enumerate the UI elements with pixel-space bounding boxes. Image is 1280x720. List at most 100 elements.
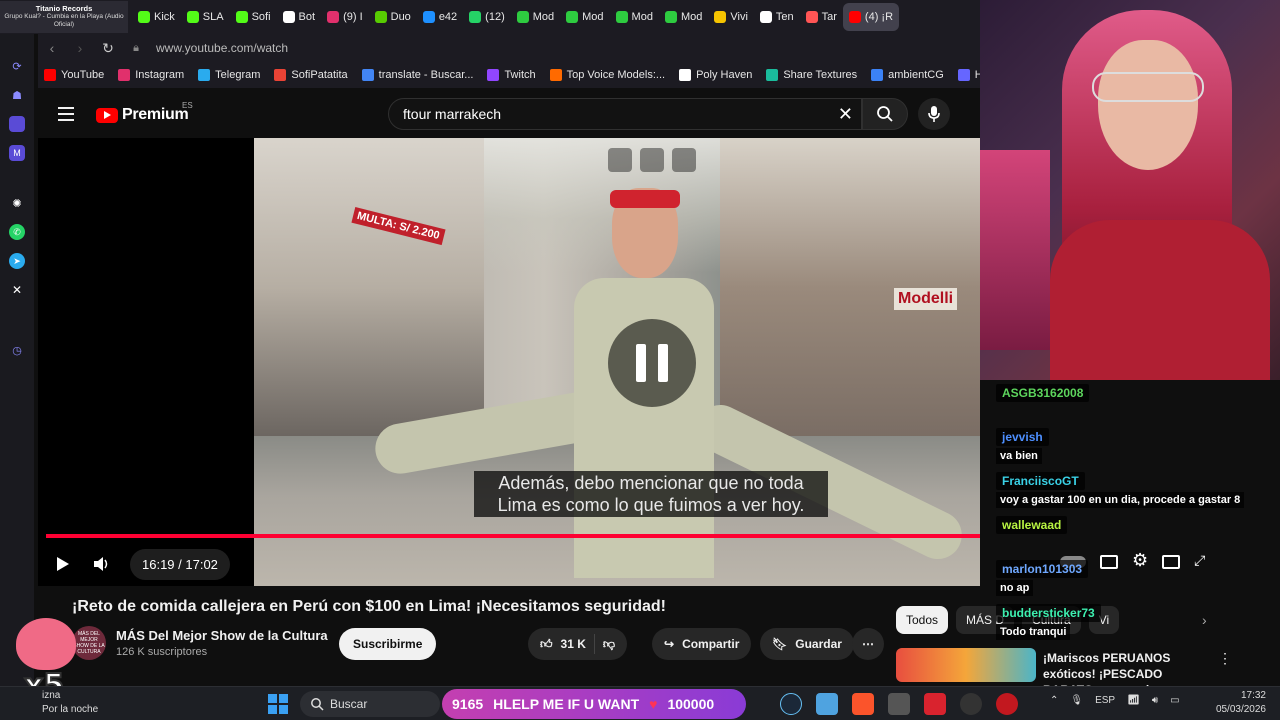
bookmark-item[interactable]: Top Voice Models:... <box>549 69 665 81</box>
calculator-icon[interactable] <box>888 693 910 715</box>
bookmark-item[interactable]: Poly Haven <box>679 69 752 81</box>
bookmark-favicon-icon <box>44 69 56 81</box>
back-icon[interactable]: ‹ <box>38 40 66 56</box>
browser-tab[interactable]: Mod <box>511 3 560 31</box>
subscribe-button[interactable]: Suscribirme <box>339 628 437 660</box>
telegram-icon[interactable]: ➤ <box>9 253 25 269</box>
browser-tab[interactable]: Tar <box>800 3 843 31</box>
youtube-logo[interactable]: Premium <box>96 106 189 124</box>
mic-tray-icon[interactable]: 🎙︎ <box>1070 695 1083 706</box>
speaker-icon[interactable]: 🔊︎ <box>1152 695 1158 706</box>
chat-username[interactable]: jevvish <box>996 428 1049 446</box>
browser-tab[interactable]: SLA <box>181 3 230 31</box>
browser-tab[interactable]: (4) ¡R <box>842 3 900 31</box>
browser-tab[interactable]: (9) I <box>321 3 369 31</box>
bookmark-item[interactable]: Ha <box>957 69 980 81</box>
chat-username[interactable]: buddersticker73 <box>996 604 1101 622</box>
bookmark-item[interactable]: Instagram <box>118 69 184 81</box>
miniplayer-icon[interactable] <box>608 148 632 172</box>
bookmark-item[interactable]: translate - Buscar... <box>361 69 473 81</box>
app-record-icon[interactable] <box>996 693 1018 715</box>
browser-tab[interactable]: e42 <box>417 3 463 31</box>
voice-search-button[interactable] <box>918 98 950 130</box>
url-field[interactable]: www.youtube.com/watch <box>156 41 288 55</box>
volume-button[interactable] <box>82 544 122 584</box>
bookmark-favicon-icon <box>549 69 562 81</box>
subscriber-count: 126 K suscriptores <box>116 646 208 658</box>
robot-icon[interactable]: ☗ <box>9 87 25 103</box>
filter-chip[interactable]: Todos <box>896 606 949 634</box>
browser-tab[interactable]: Duo <box>369 3 417 31</box>
whatsapp-icon[interactable]: ✆ <box>9 224 25 240</box>
chat-username[interactable]: wallewaad <box>996 516 1068 534</box>
notepad-icon[interactable] <box>816 693 838 715</box>
windows-start-icon[interactable] <box>268 694 288 714</box>
browser-tab[interactable]: Mod <box>610 3 659 31</box>
next-video-icon[interactable] <box>672 148 696 172</box>
search-button[interactable] <box>862 98 908 130</box>
menu-icon[interactable] <box>58 107 74 121</box>
cast-icon[interactable] <box>640 148 664 172</box>
chat-username[interactable]: ASGB3162008 <box>996 384 1090 402</box>
thumbs-down-icon[interactable]: 👎︎ <box>603 637 615 652</box>
search-input[interactable]: ftour marrakech ✕ <box>388 98 862 130</box>
share-button[interactable]: ↪ Compartir <box>652 628 752 660</box>
recommendation-menu-icon[interactable]: ⋮ <box>1218 650 1232 667</box>
tab-favicon-icon <box>138 11 150 23</box>
channel-name[interactable]: MÁS Del Mejor Show de la Cultura <box>116 628 328 643</box>
play-button[interactable] <box>42 544 82 584</box>
bookmark-item[interactable]: Twitch <box>487 69 536 81</box>
wifi-icon[interactable]: 📶︎ <box>1127 695 1140 706</box>
browser-tab[interactable]: Bot <box>277 3 322 31</box>
pause-overlay-button[interactable] <box>608 319 696 407</box>
refresh-circle-icon[interactable]: ⟳ <box>9 58 25 74</box>
video-player[interactable]: MULTA: S/ 2.200 Modelli Además, debo men… <box>38 138 980 586</box>
more-actions-button[interactable]: ⋯ <box>852 628 884 660</box>
bookmark-favicon-icon <box>957 69 970 81</box>
chatgpt-icon[interactable]: ✺ <box>9 195 25 211</box>
tab-favicon-icon <box>516 11 529 23</box>
chat-username[interactable]: marlon101303 <box>996 560 1089 578</box>
m-icon[interactable]: M <box>9 145 25 161</box>
lock-icon[interactable]: 🔒︎ <box>122 42 150 55</box>
bookmark-item[interactable]: ambientCG <box>871 69 944 81</box>
steam-icon[interactable] <box>780 693 802 715</box>
battery-icon[interactable]: ▭ <box>1170 695 1179 706</box>
recommendation-thumbnail[interactable] <box>896 648 1036 682</box>
taskbar-search[interactable]: Buscar <box>300 691 440 717</box>
browser-tab[interactable]: Ten <box>754 3 800 31</box>
tray-overflow-icon[interactable]: ⌃ <box>1050 695 1058 706</box>
bookmark-item[interactable]: Telegram <box>198 69 260 81</box>
clock[interactable]: 17:32 05/03/2026 <box>1210 689 1266 717</box>
app-obs-icon[interactable] <box>960 693 982 715</box>
reload-icon[interactable]: ↻ <box>94 40 122 57</box>
clear-search-icon[interactable]: ✕ <box>838 104 853 125</box>
browser-tab[interactable]: (12) <box>463 3 511 31</box>
youtube-premium-label: Premium <box>122 106 189 123</box>
save-button[interactable]: 🔖︎ Guardar <box>760 628 854 660</box>
browser-tab[interactable]: Mod <box>560 3 609 31</box>
language-indicator[interactable]: ESP <box>1095 695 1115 706</box>
clock-icon[interactable]: ◷ <box>9 342 25 358</box>
browser-tab[interactable]: Sofi <box>230 3 277 31</box>
progress-bar[interactable] <box>46 534 980 538</box>
now-playing-widget[interactable]: Titanio Records Grupo Kual? - Cumbia en … <box>0 1 128 33</box>
bookmark-label: Twitch <box>504 69 536 81</box>
browser-tab[interactable]: Mod <box>659 3 708 31</box>
brave-icon[interactable] <box>852 693 874 715</box>
like-button[interactable]: 👍︎ 31 K 👎︎ <box>528 628 628 660</box>
left-sidebar: ⟳ ☗ M ✺ ✆ ➤ ✕ ◷ <box>0 34 34 686</box>
bookmark-item[interactable]: SofiPatatita <box>274 69 348 81</box>
browser-tab[interactable]: Vivi <box>708 3 754 31</box>
streamer-glasses <box>1092 72 1204 102</box>
forward-icon[interactable]: › <box>66 40 94 56</box>
app-red-icon[interactable] <box>924 693 946 715</box>
bookmark-item[interactable]: YouTube <box>44 69 104 81</box>
stripes-icon[interactable] <box>9 116 25 132</box>
chat-username[interactable]: FranciiscoGT <box>996 472 1085 490</box>
x-icon[interactable]: ✕ <box>9 282 25 298</box>
browser-tab[interactable]: Kick <box>132 3 181 31</box>
bookmark-item[interactable]: Share Textures <box>766 69 857 81</box>
weather-widget[interactable]: izna Por la noche <box>42 689 98 717</box>
chat-message: jevvish va bien <box>996 428 1049 464</box>
